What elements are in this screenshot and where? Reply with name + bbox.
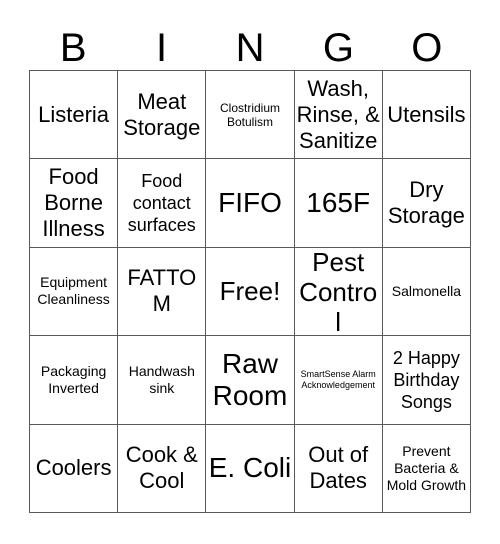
- bingo-grid: Listeria Meat Storage Clostridium Botulism…: [29, 70, 471, 513]
- bingo-cell-label: Listeria: [38, 101, 110, 127]
- bingo-cell-label: Out of Dates: [308, 442, 369, 494]
- bingo-header-letter-b: B: [59, 26, 87, 70]
- bingo-cell[interactable]: 2 Happy Birthday Songs: [382, 336, 471, 425]
- bingo-cell-label: Wash, Rinse, & Sanitize: [296, 75, 380, 153]
- bingo-cell[interactable]: Raw Room: [206, 336, 295, 425]
- bingo-cell[interactable]: Coolers: [30, 424, 119, 513]
- bingo-cell[interactable]: Food contact surfaces: [118, 159, 207, 248]
- bingo-cell[interactable]: SmartSense Alarm Acknowledgement: [294, 336, 383, 425]
- bingo-cell-label: 2 Happy Birthday Songs: [392, 347, 460, 412]
- bingo-cell[interactable]: Listeria: [30, 71, 119, 160]
- bingo-header-letter-o: O: [411, 26, 443, 70]
- bingo-cell-label: 165F: [306, 187, 371, 219]
- bingo-cell-label: Utensils: [387, 101, 466, 127]
- bingo-cell-label: E. Coli: [208, 452, 292, 484]
- bingo-cell-label: Cook & Cool: [125, 442, 198, 494]
- bingo-cell[interactable]: FATTOM: [118, 247, 207, 337]
- bingo-cell-label: Handwash sink: [128, 362, 195, 396]
- bingo-cell-label: Food contact surfaces: [127, 171, 196, 236]
- bingo-cell-label: Raw Room: [212, 347, 288, 411]
- bingo-cell-label: Prevent Bacteria & Mold Growth: [386, 442, 467, 493]
- bingo-cell-label: Salmonella: [391, 282, 462, 299]
- bingo-cell[interactable]: Wash, Rinse, & Sanitize: [294, 71, 383, 160]
- bingo-cell-label: Dry Storage: [387, 177, 465, 229]
- bingo-cell[interactable]: FIFO: [206, 159, 295, 248]
- bingo-header-letter-i: I: [156, 26, 168, 70]
- bingo-cell[interactable]: Handwash sink: [118, 336, 207, 425]
- bingo-cell-label: Packaging Inverted: [40, 362, 107, 396]
- bingo-cell[interactable]: Free!: [206, 247, 295, 337]
- bingo-header-letter-g: G: [322, 26, 354, 70]
- bingo-cell[interactable]: Salmonella: [382, 247, 471, 337]
- bingo-cell-label: Equipment Cleanliness: [37, 274, 110, 308]
- bingo-cell[interactable]: Dry Storage: [382, 159, 471, 248]
- bingo-header: BINGO: [29, 16, 471, 70]
- bingo-cell-label: Meat Storage: [123, 88, 201, 140]
- bingo-cell-label: Clostridium Botulism: [219, 100, 280, 129]
- bingo-cell-label: Free!: [219, 276, 281, 307]
- bingo-card: B I N G O Listeria Meat Storage Clostridium Bo…: [0, 0, 500, 544]
- bingo-cell[interactable]: Utensils: [382, 71, 471, 160]
- bingo-cell[interactable]: Packaging Inverted: [30, 336, 119, 425]
- bingo-cell[interactable]: Pest Control: [294, 247, 383, 337]
- bingo-cell-label: Food Borne Illness: [42, 164, 105, 242]
- bingo-cell-label: FIFO: [218, 187, 282, 219]
- bingo-cell-label: SmartSense Alarm Acknowledgement: [300, 368, 376, 390]
- bingo-cell-label: FATTOM: [127, 265, 197, 317]
- bingo-header-letter-n: N: [235, 26, 265, 70]
- bingo-cell[interactable]: Prevent Bacteria & Mold Growth: [382, 424, 471, 513]
- bingo-cell[interactable]: Equipment Cleanliness: [30, 247, 119, 337]
- bingo-cell[interactable]: 165F: [294, 159, 383, 248]
- bingo-cell[interactable]: Out of Dates: [294, 424, 383, 513]
- bingo-cell[interactable]: Cook & Cool: [118, 424, 207, 513]
- bingo-cell[interactable]: Meat Storage: [118, 71, 207, 160]
- bingo-cell-label: Pest Control: [299, 247, 378, 337]
- bingo-cell[interactable]: E. Coli: [206, 424, 295, 513]
- bingo-cell-label: Coolers: [35, 455, 112, 481]
- bingo-cell[interactable]: Clostridium Botulism: [206, 71, 295, 160]
- bingo-cell[interactable]: Food Borne Illness: [30, 159, 119, 248]
